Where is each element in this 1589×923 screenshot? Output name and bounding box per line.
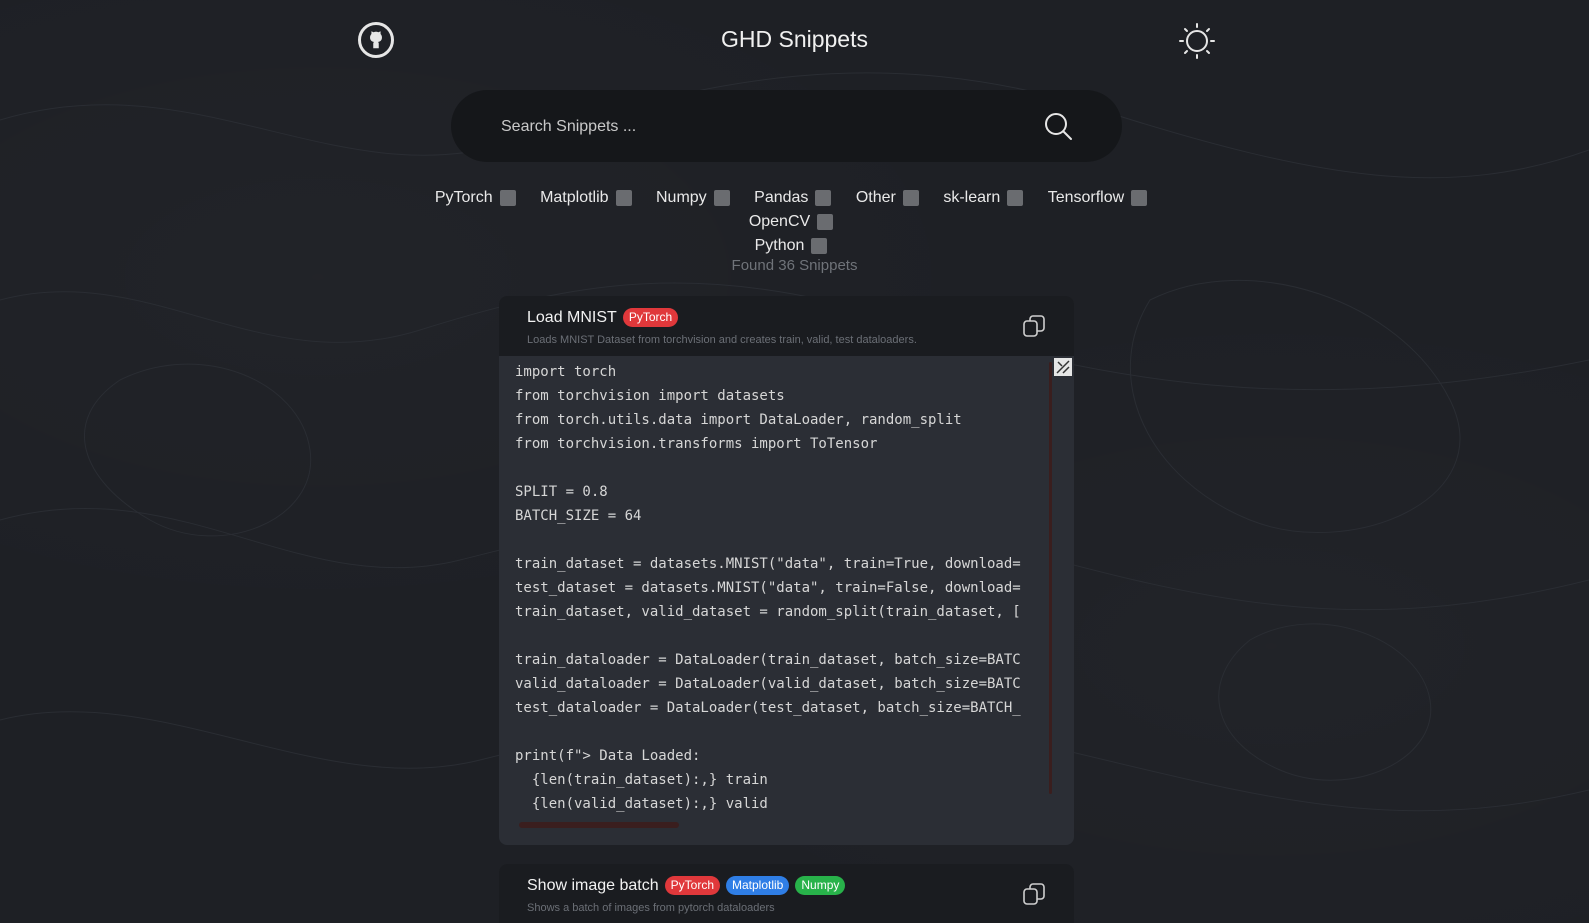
checkbox[interactable] [811,238,828,254]
filter-pandas[interactable]: Pandas [754,186,832,210]
tag-matplotlib[interactable]: Matplotlib [726,876,790,895]
snippet-header: Load MNIST PyTorch Loads MNIST Dataset f… [499,296,1074,356]
copy-icon[interactable] [1022,882,1046,906]
tag-pytorch[interactable]: PyTorch [622,308,679,327]
snippet-header: Show image batch PyTorch Matplotlib Nump… [499,864,1074,923]
checkbox[interactable] [499,190,516,206]
filter-opencv[interactable]: OpenCV [749,210,834,234]
snippet-title: Show image batch [527,876,659,894]
vertical-scrollbar[interactable] [1049,362,1052,794]
checkbox[interactable] [1007,190,1024,206]
checkbox[interactable] [902,190,919,206]
checkbox[interactable] [615,190,632,206]
search-bar [451,90,1122,162]
snippet-description: Shows a batch of images from pytorch dat… [527,902,775,914]
search-icon[interactable] [1043,111,1073,141]
snippet-description: Loads MNIST Dataset from torchvision and… [527,334,917,346]
code-block[interactable]: import torch from torchvision import dat… [499,356,1074,838]
resize-handle-icon[interactable] [1054,358,1072,376]
code-text: import torch from torchvision import dat… [515,364,1021,812]
filter-tensorflow[interactable]: Tensorflow [1048,186,1148,210]
checkbox[interactable] [815,190,832,206]
snippet-card: Show image batch PyTorch Matplotlib Nump… [499,864,1074,923]
results-count: Found 36 Snippets [731,257,858,274]
snippet-card: Load MNIST PyTorch Loads MNIST Dataset f… [499,296,1074,845]
tag-filters: PyTorch Matplotlib Numpy Pandas Other sk… [376,186,1206,258]
checkbox[interactable] [817,214,834,230]
tag-numpy[interactable]: Numpy [795,876,846,895]
filter-sk-learn[interactable]: sk-learn [943,186,1024,210]
filter-pytorch[interactable]: PyTorch [435,186,516,210]
filter-python[interactable]: Python [755,234,828,258]
snippet-title: Load MNIST [527,308,617,326]
search-input[interactable] [499,112,1023,142]
header: GHD Snippets [0,0,1589,84]
checkbox[interactable] [713,190,730,206]
sun-icon[interactable] [1178,22,1216,60]
checkbox[interactable] [1131,190,1148,206]
copy-icon[interactable] [1022,314,1046,338]
filter-other[interactable]: Other [856,186,919,210]
page-title: GHD Snippets [720,26,868,52]
horizontal-scrollbar[interactable] [519,822,679,828]
filter-matplotlib[interactable]: Matplotlib [540,186,632,210]
tag-pytorch[interactable]: PyTorch [664,876,720,895]
filter-numpy[interactable]: Numpy [656,186,730,210]
